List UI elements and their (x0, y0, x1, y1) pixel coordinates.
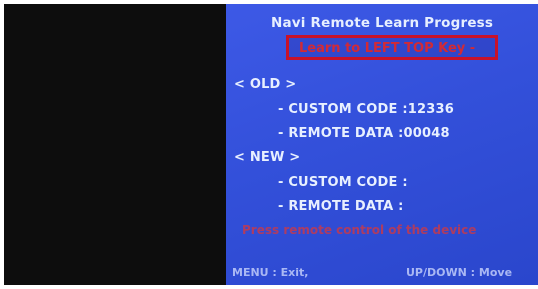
new-remote-data: - REMOTE DATA : (278, 199, 404, 214)
instruction-text: Learn to LEFT TOP Key - (299, 41, 476, 56)
old-header: < OLD > (234, 77, 297, 92)
navi-screen: Navi Remote Learn Progress Learn to LEFT… (226, 4, 538, 285)
black-bezel (4, 4, 226, 285)
new-custom-code: - CUSTOM CODE : (278, 175, 408, 190)
old-custom-code: - CUSTOM CODE :12336 (278, 102, 454, 117)
press-remote-prompt: Press remote control of the device (242, 223, 477, 237)
footer-updown-move: UP/DOWN : Move (406, 266, 513, 279)
screen-title: Navi Remote Learn Progress (271, 15, 494, 31)
instruction-box: Learn to LEFT TOP Key - (286, 35, 498, 60)
new-header: < NEW > (234, 150, 301, 165)
footer-menu-exit: MENU : Exit, (232, 266, 309, 279)
old-remote-data: - REMOTE DATA :00048 (278, 126, 450, 141)
